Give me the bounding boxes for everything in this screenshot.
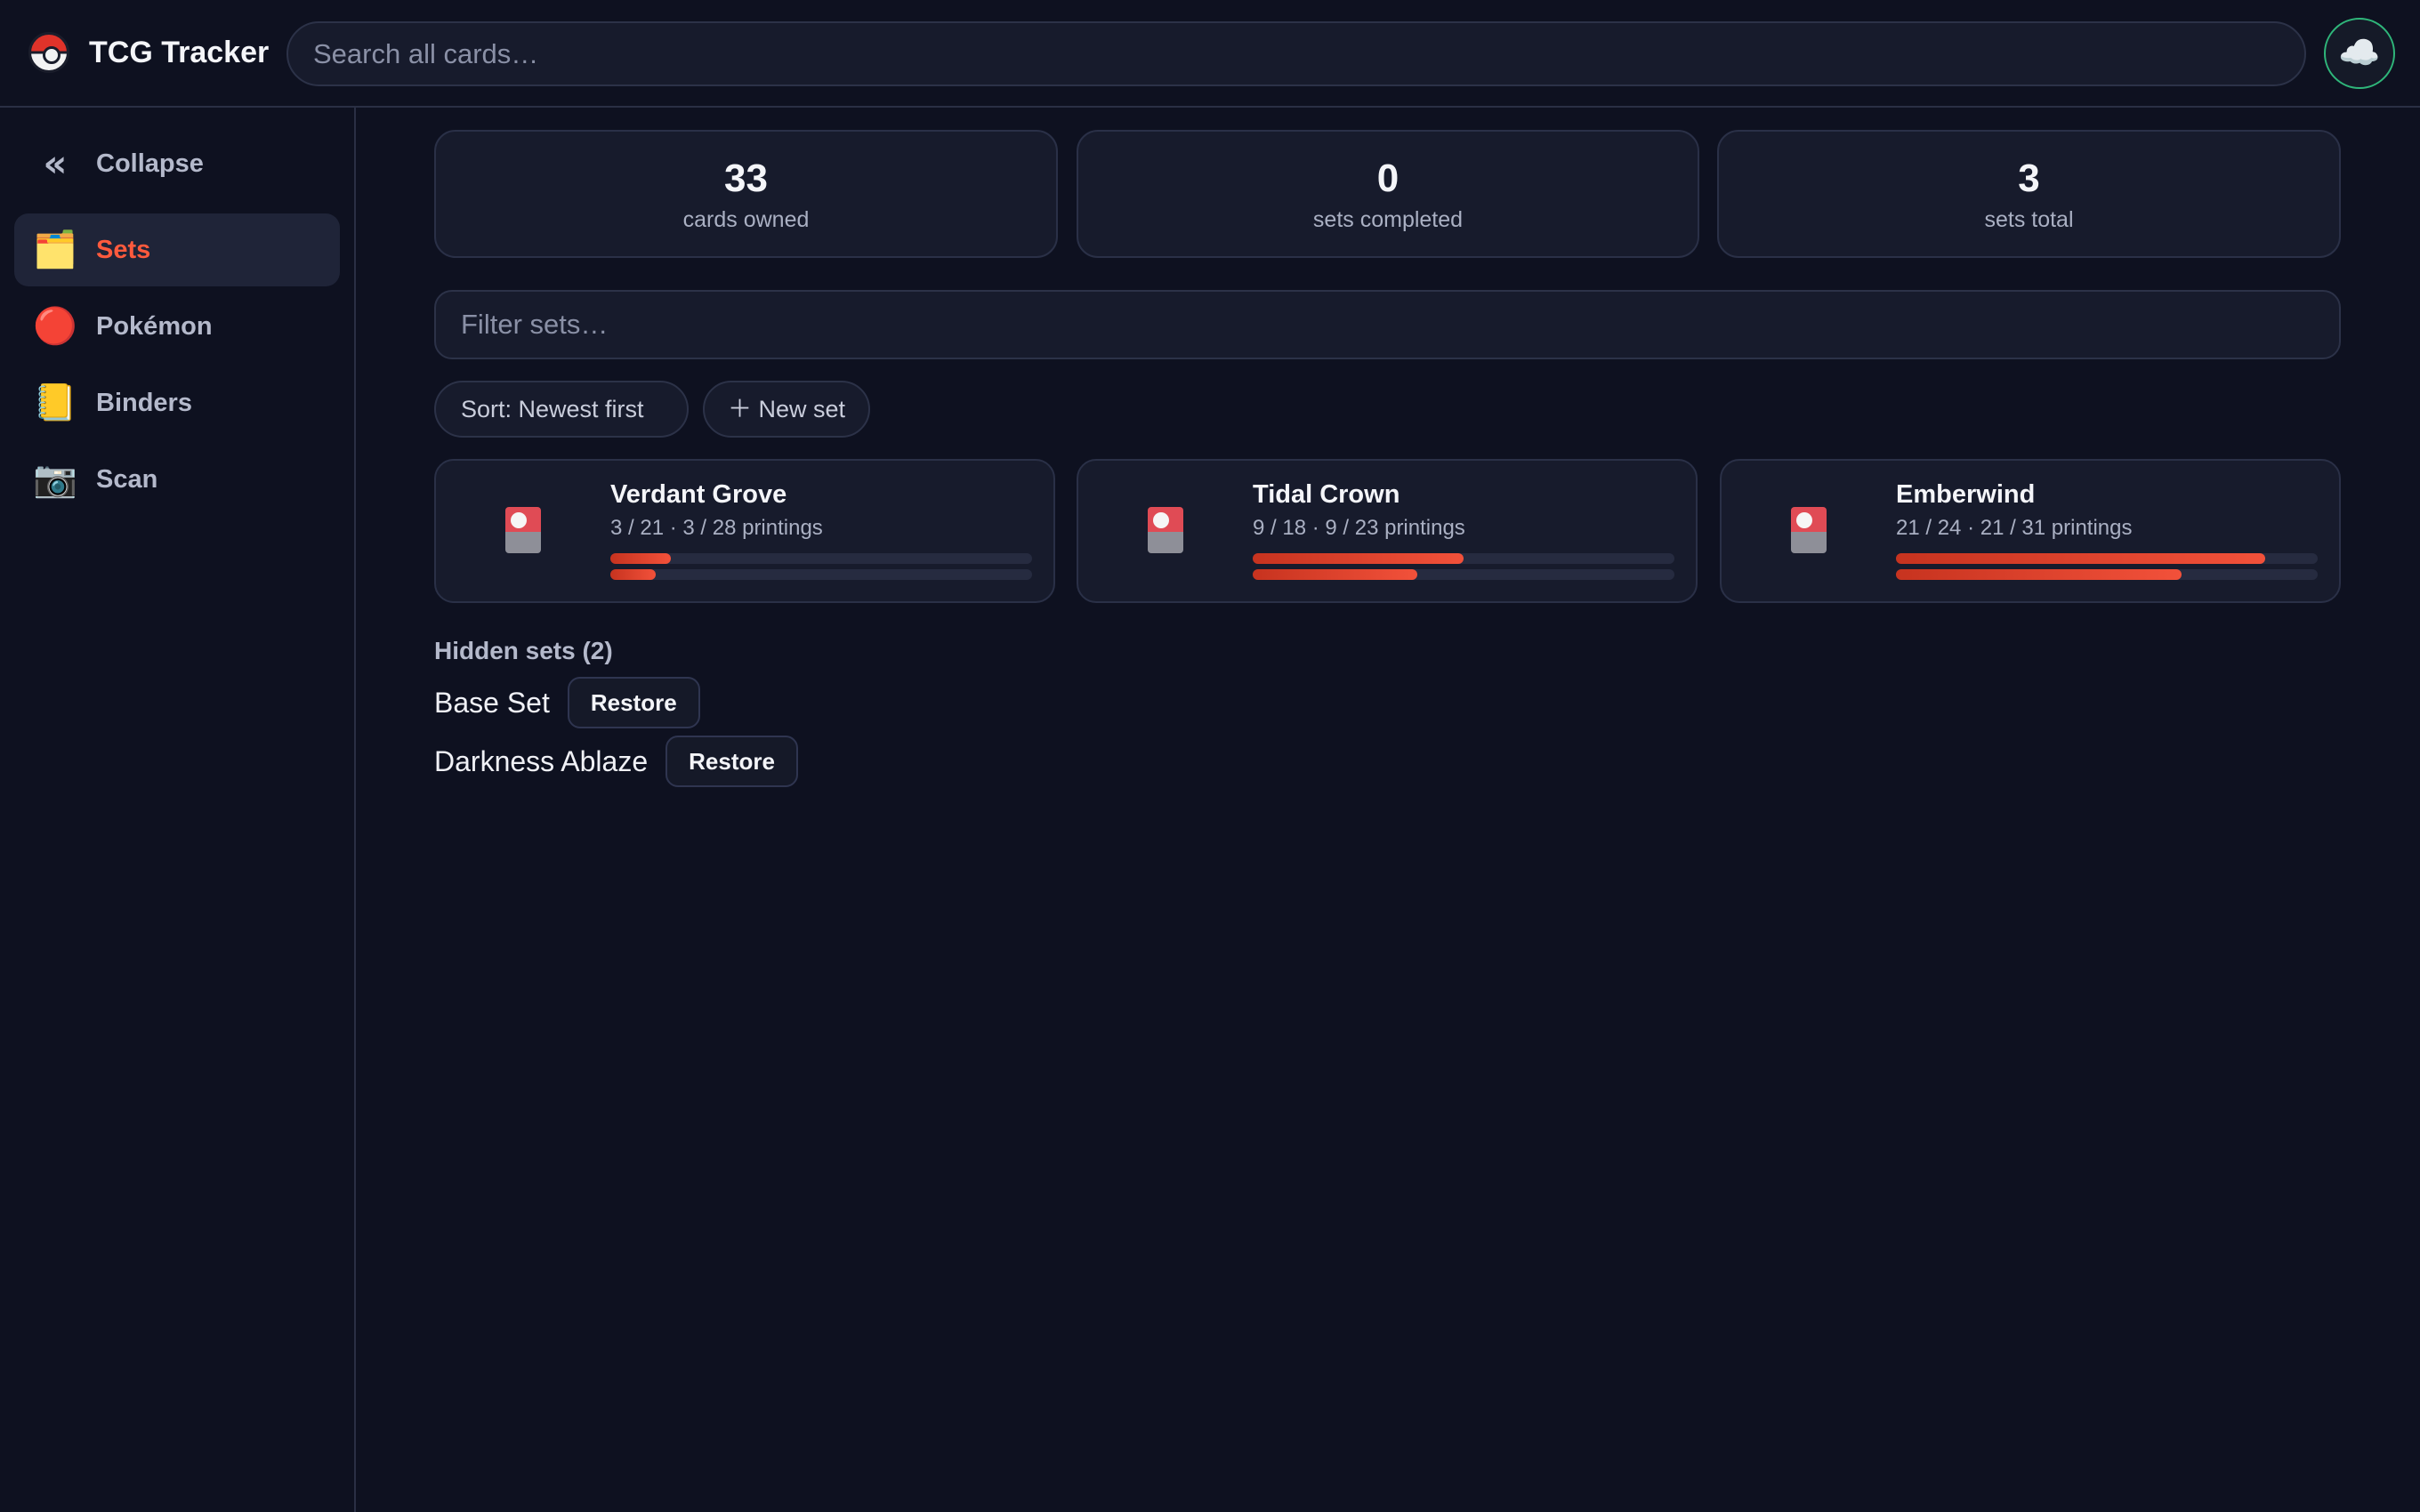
stat-sets-total: 3 sets total bbox=[1717, 130, 2341, 258]
set-card-emberwind[interactable]: Emberwind 21 / 24 · 21 / 31 printings bbox=[1720, 459, 2341, 603]
trading-card-icon bbox=[1142, 503, 1189, 559]
sidebar-item-binders[interactable]: 📒 Binders bbox=[14, 366, 340, 439]
stat-cards-owned: 33 cards owned bbox=[434, 130, 1058, 258]
sidebar-item-sets[interactable]: 🗂️ Sets bbox=[14, 213, 340, 286]
sidebar: « Collapse 🗂️ Sets 🔴 Pokémon 📒 Binders 📷… bbox=[0, 108, 356, 1512]
filter-sets-input[interactable] bbox=[434, 290, 2341, 359]
set-card-tidal-crown[interactable]: Tidal Crown 9 / 18 · 9 / 23 printings bbox=[1077, 459, 1698, 603]
search-input[interactable] bbox=[286, 21, 2306, 86]
cloud-icon: ☁️ bbox=[2338, 35, 2381, 72]
stat-sets-completed: 0 sets completed bbox=[1077, 130, 1699, 258]
hidden-set-name: Base Set bbox=[434, 686, 550, 719]
hidden-sets-heading: Hidden sets (2) bbox=[434, 637, 613, 664]
cards-progress-fill bbox=[1253, 553, 1464, 564]
cards-progress-fill bbox=[1896, 553, 2265, 564]
folder-icon: 🗂️ bbox=[33, 229, 77, 270]
collapse-button[interactable]: « Collapse bbox=[14, 127, 340, 200]
top-bar: TCG Tracker ☁️ bbox=[0, 0, 2420, 108]
set-name: Tidal Crown bbox=[1253, 480, 1400, 509]
set-progress-text: 21 / 24 · 21 / 31 printings bbox=[1896, 516, 2133, 540]
cards-progress-bar bbox=[1253, 553, 1674, 564]
hidden-set-name: Darkness Ablaze bbox=[434, 744, 649, 777]
sidebar-item-pokemon[interactable]: 🔴 Pokémon bbox=[14, 290, 340, 363]
hidden-set-row: Base Set Restore bbox=[434, 677, 700, 728]
printings-progress-bar bbox=[610, 569, 1032, 580]
printings-progress-bar bbox=[1253, 569, 1674, 580]
set-name: Emberwind bbox=[1896, 480, 2036, 509]
trading-card-icon bbox=[1786, 503, 1832, 559]
camera-icon: 📷 bbox=[33, 459, 77, 500]
sidebar-item-label: Binders bbox=[96, 388, 192, 417]
stat-value: 0 bbox=[1376, 157, 1400, 200]
stat-label: cards owned bbox=[682, 207, 810, 232]
stat-value: 33 bbox=[724, 157, 768, 200]
printings-progress-fill bbox=[1253, 569, 1418, 580]
app-title: TCG Tracker bbox=[89, 36, 270, 69]
ledger-icon: 📒 bbox=[33, 382, 77, 423]
sidebar-item-label: Sets bbox=[96, 235, 151, 264]
sidebar-item-label: Scan bbox=[96, 464, 158, 494]
restore-button[interactable]: Restore bbox=[666, 736, 798, 787]
set-card-verdant-grove[interactable]: Verdant Grove 3 / 21 · 3 / 28 printings bbox=[434, 459, 1055, 603]
cards-progress-fill bbox=[610, 553, 671, 564]
cards-progress-bar bbox=[1896, 553, 2318, 564]
sidebar-item-label: Pokémon bbox=[96, 311, 213, 341]
trading-card-icon bbox=[500, 503, 546, 559]
stat-value: 3 bbox=[2018, 157, 2040, 200]
set-progress-text: 9 / 18 · 9 / 23 printings bbox=[1253, 516, 1465, 540]
sidebar-item-scan[interactable]: 📷 Scan bbox=[14, 443, 340, 516]
cards-progress-bar bbox=[610, 553, 1032, 564]
hidden-set-row: Darkness Ablaze Restore bbox=[434, 736, 798, 787]
set-progress-text: 3 / 21 · 3 / 28 printings bbox=[610, 516, 823, 540]
set-name: Verdant Grove bbox=[610, 480, 787, 509]
restore-button[interactable]: Restore bbox=[567, 677, 700, 728]
new-set-button[interactable]: ＋ New set bbox=[703, 381, 870, 438]
stat-label: sets total bbox=[1984, 207, 2074, 232]
stat-label: sets completed bbox=[1312, 207, 1464, 232]
sync-button[interactable]: ☁️ bbox=[2324, 18, 2395, 89]
collapse-label: Collapse bbox=[96, 149, 204, 178]
printings-progress-bar bbox=[1896, 569, 2318, 580]
double-chevron-left-icon: « bbox=[43, 141, 68, 185]
red-circle-icon: 🔴 bbox=[33, 306, 77, 347]
pokeball-icon bbox=[28, 32, 69, 73]
printings-progress-fill bbox=[610, 569, 656, 580]
sort-dropdown[interactable]: Sort: Newest first bbox=[434, 381, 689, 438]
printings-progress-fill bbox=[1896, 569, 2182, 580]
